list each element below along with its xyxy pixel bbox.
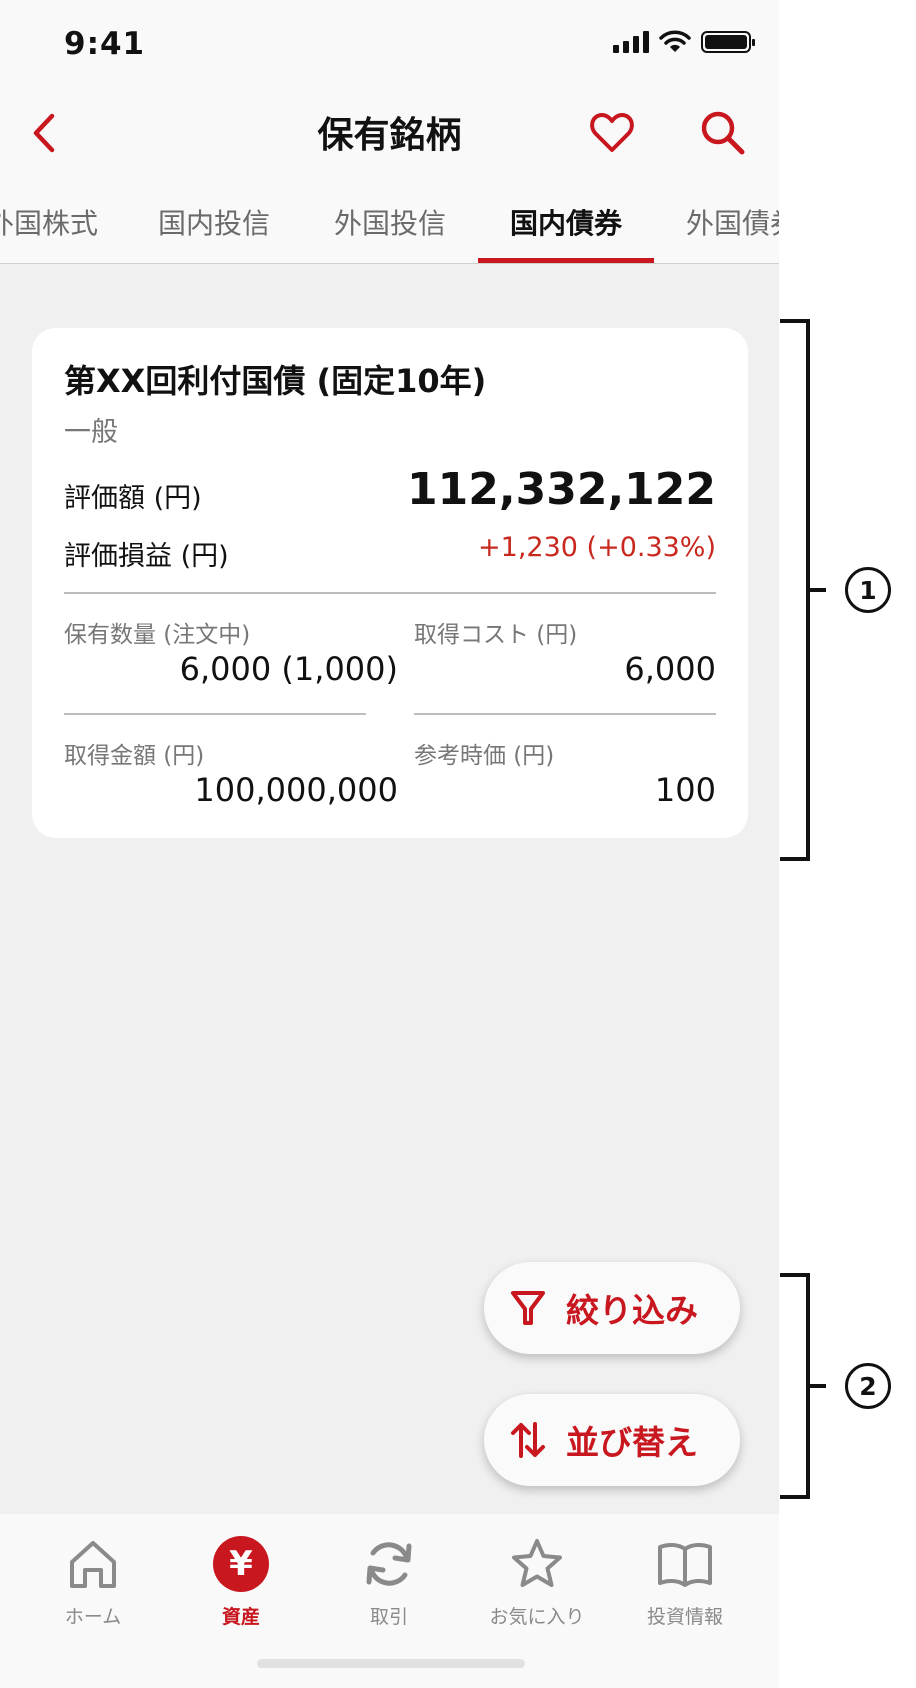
- book-icon: [655, 1534, 715, 1594]
- reference-price-label: 参考時価 (円): [414, 743, 555, 769]
- sort-button-label: 並び替え: [566, 1423, 698, 1462]
- tabbar-label: お気に入り: [489, 1606, 585, 1628]
- wifi-icon: [659, 30, 691, 52]
- divider: [64, 592, 716, 594]
- tabbar-item-assets[interactable]: ¥ 資産: [176, 1534, 306, 1629]
- tabbar-label: 資産: [221, 1606, 260, 1628]
- cellular-signal-icon: [613, 31, 649, 53]
- filter-icon: [511, 1291, 545, 1325]
- profit-loss-label: 評価損益 (円): [64, 541, 229, 572]
- profit-loss-value: +1,230 (+0.33%): [478, 532, 716, 563]
- status-time: 9:41: [64, 26, 146, 62]
- tabbar-item-trade[interactable]: 取引: [324, 1534, 454, 1629]
- tabbar-item-favorites[interactable]: お気に入り: [472, 1534, 602, 1629]
- active-tab-indicator: [478, 258, 654, 263]
- yen-icon: ¥: [211, 1534, 271, 1594]
- purchase-amount-value: 100,000,000: [194, 771, 398, 809]
- quantity-label: 保有数量 (注文中): [64, 622, 251, 648]
- tabbar-label: 投資情報: [646, 1606, 723, 1628]
- annotation-bracket-1: [780, 319, 826, 861]
- sort-button[interactable]: 並び替え: [484, 1394, 740, 1486]
- tab-foreign-stocks[interactable]: 外国株式: [0, 202, 98, 242]
- status-icons: [613, 30, 755, 54]
- page-title: 保有銘柄: [317, 115, 462, 156]
- valuation-label: 評価額 (円): [64, 483, 202, 514]
- valuation-value: 112,332,122: [407, 464, 716, 515]
- holding-name: 第XX回利付国債 (固定10年): [64, 362, 487, 400]
- search-icon[interactable]: [698, 108, 748, 158]
- holding-card[interactable]: 第XX回利付国債 (固定10年) 一般 評価額 (円) 112,332,122 …: [32, 328, 748, 838]
- tab-foreign-funds[interactable]: 外国投信: [334, 202, 446, 242]
- battery-icon: [701, 31, 755, 53]
- cost-label: 取得コスト (円): [414, 622, 578, 648]
- annotation-marker-2: 2: [845, 1363, 891, 1409]
- quantity-value: 6,000 (1,000): [179, 650, 398, 688]
- filter-button[interactable]: 絞り込み: [484, 1262, 740, 1354]
- sort-arrows-icon: [511, 1422, 545, 1458]
- divider: [414, 713, 716, 715]
- annotation-bracket-2: [780, 1273, 826, 1499]
- refresh-icon: [359, 1534, 419, 1594]
- filter-button-label: 絞り込み: [566, 1291, 698, 1330]
- tabbar-item-investment-info[interactable]: 投資情報: [620, 1534, 750, 1629]
- app-screen: 9:41 保有銘柄 外国株式 国内投信 外国投信: [0, 0, 779, 1688]
- tabbar-item-home[interactable]: ホーム: [28, 1534, 158, 1629]
- reference-price-value: 100: [654, 771, 716, 809]
- status-bar: 9:41: [0, 0, 779, 88]
- tab-foreign-bonds[interactable]: 外国債券: [686, 202, 779, 242]
- divider: [64, 713, 366, 715]
- tabbar-label: ホーム: [64, 1606, 122, 1628]
- tab-domestic-bonds[interactable]: 国内債券: [510, 202, 622, 242]
- category-tabs: 外国株式 国内投信 外国投信 国内債券 外国債券: [0, 180, 779, 264]
- favorite-heart-icon[interactable]: [588, 110, 636, 156]
- account-type: 一般: [64, 417, 118, 448]
- home-icon: [63, 1534, 123, 1594]
- navigation-bar: 保有銘柄: [0, 88, 779, 180]
- purchase-amount-label: 取得金額 (円): [64, 743, 205, 769]
- cost-value: 6,000: [624, 650, 716, 688]
- star-icon: [507, 1534, 567, 1594]
- tabbar-label: 取引: [369, 1606, 408, 1628]
- annotation-marker-1: 1: [845, 567, 891, 613]
- home-indicator: [257, 1659, 525, 1668]
- tab-domestic-funds[interactable]: 国内投信: [158, 202, 270, 242]
